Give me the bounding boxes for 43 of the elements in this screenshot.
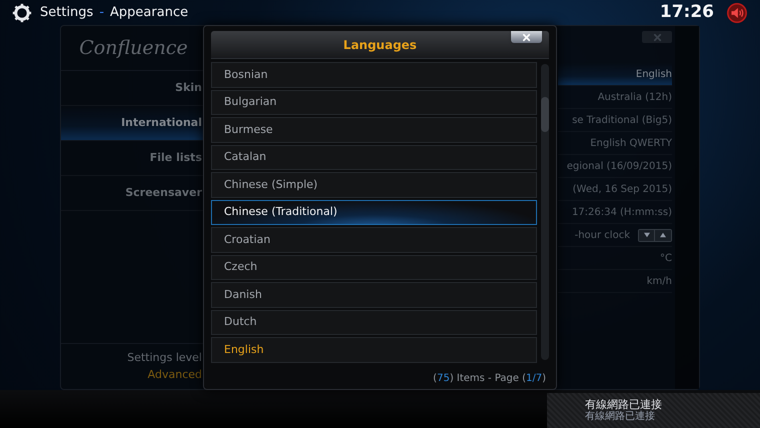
settings-level-label: Settings level (127, 350, 202, 366)
setting-value[interactable]: English QWERTY (590, 136, 672, 150)
language-item[interactable]: Croatian (211, 227, 538, 252)
language-item[interactable]: Catalan (211, 144, 538, 170)
speaker-icon[interactable] (726, 2, 748, 24)
logo: Confluence (79, 36, 188, 61)
language-item[interactable]: Czech (211, 254, 538, 280)
language-item[interactable]: English (211, 337, 538, 362)
language-item[interactable]: Dutch (211, 310, 538, 335)
setting-value[interactable]: Australia (12h) (598, 90, 672, 104)
language-item[interactable]: Bulgarian (211, 90, 538, 115)
setting-value[interactable]: -hour clock (574, 228, 630, 242)
notification-title: 有線網路已連接 (585, 398, 663, 411)
setting-value[interactable]: egional (16/09/2015) (566, 158, 672, 174)
setting-value[interactable]: se Traditional (Big5) (572, 112, 672, 128)
up-triangle-icon (659, 232, 667, 238)
clock: 17:26 (660, 0, 714, 24)
scrollbar[interactable] (541, 64, 549, 360)
increase-button[interactable] (655, 230, 671, 240)
notification-message: 有線網路已連接 (585, 411, 656, 423)
language-item[interactable]: Burmese (211, 117, 538, 142)
decrease-button[interactable] (639, 230, 655, 240)
page-info: (75) Items - Page (1/7) (433, 372, 546, 386)
title-separator: - (99, 4, 104, 22)
language-item[interactable]: Chinese (Traditional) (211, 200, 538, 225)
section-title: Settings (40, 4, 94, 22)
close-icon (652, 32, 662, 42)
language-item[interactable]: Bosnian (211, 62, 538, 88)
setting-value[interactable]: (Wed, 16 Sep 2015) (572, 182, 672, 196)
language-item[interactable]: Danish (211, 282, 538, 308)
category-item[interactable]: International (61, 106, 206, 141)
dialog-title: Languages (343, 36, 417, 54)
setting-value[interactable]: km/h (646, 274, 672, 288)
close-button[interactable] (511, 31, 542, 43)
page-title: Appearance (110, 4, 188, 22)
settings-level-value[interactable]: Advanced (148, 366, 202, 383)
scrollbar-thumb[interactable] (541, 97, 550, 132)
close-icon (522, 32, 531, 42)
down-triangle-icon (642, 232, 650, 238)
setting-value[interactable]: °C (660, 250, 672, 266)
gear-icon (12, 2, 32, 22)
setting-value[interactable]: 17:26:34 (H:mm:ss) (572, 204, 672, 220)
language-item[interactable]: Chinese (Simple) (211, 172, 538, 198)
